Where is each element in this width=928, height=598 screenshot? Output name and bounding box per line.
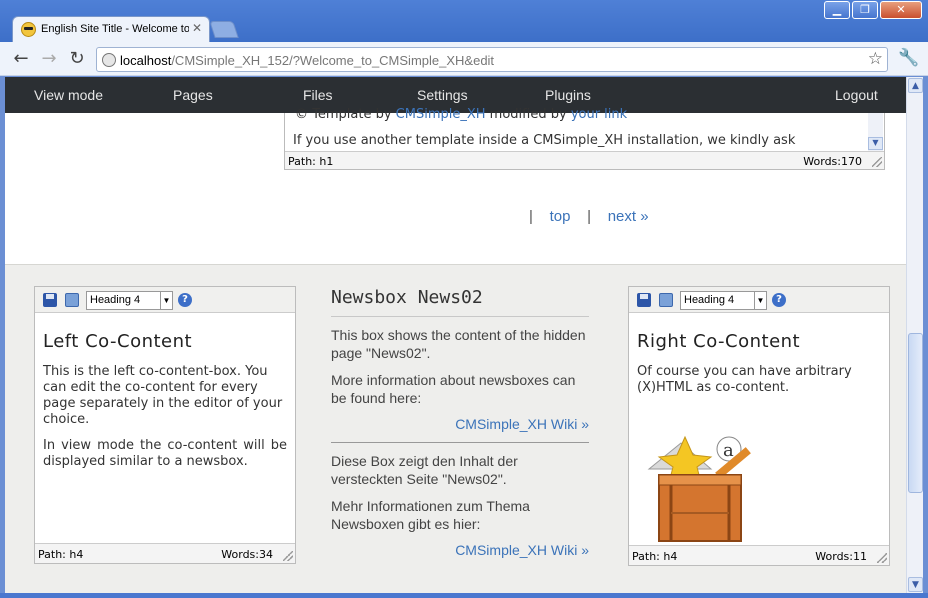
menu-view-mode[interactable]: View mode — [34, 87, 103, 103]
svg-text:a: a — [723, 440, 734, 461]
newsbox-paragraph-2: More information about newsboxes can be … — [331, 372, 576, 406]
sunglasses-smiley-icon — [21, 22, 36, 37]
source-view-icon[interactable] — [659, 293, 673, 307]
newsbox-paragraph-4: Mehr Informationen zum Thema Newsboxen g… — [331, 498, 530, 532]
editor-toolbar: Heading 4 ▼ ? — [35, 287, 295, 313]
editor-body[interactable]: Right Co-Content Of course you can have … — [629, 313, 889, 416]
main-content-editor[interactable]: © Template by CMSimple_XH modified by yo… — [284, 107, 885, 170]
resize-grip-icon[interactable] — [283, 551, 293, 561]
co-content-area: Heading 4 ▼ ? Left Co-Content This is the… — [5, 264, 906, 593]
editor-wordcount: Words:34 — [221, 548, 273, 561]
resize-grip-icon[interactable] — [872, 157, 882, 167]
newsbox-paragraph-3: Diese Box zeigt den Inhalt der versteckt… — [331, 453, 518, 487]
chevron-down-icon[interactable]: ▼ — [160, 292, 172, 309]
address-bar[interactable]: localhost/CMSimple_XH_152/?Welcome_to_CM… — [96, 47, 888, 72]
newsbox-title: Newsbox News02 — [331, 287, 589, 317]
url-host: localhost — [120, 53, 172, 68]
editor-toolbar: Heading 4 ▼ ? — [629, 287, 889, 313]
format-value: Heading 4 — [90, 294, 141, 306]
window-controls: ▁ ❐ ✕ — [824, 1, 922, 19]
scroll-up-icon[interactable]: ▲ — [908, 78, 923, 93]
left-paragraph-2: In view mode the co-content will be disp… — [43, 438, 287, 469]
menu-logout[interactable]: Logout — [835, 87, 878, 103]
next-link[interactable]: next » — [608, 208, 649, 225]
menu-pages[interactable]: Pages — [173, 87, 213, 103]
bookmark-star-icon[interactable]: ☆ — [868, 49, 883, 69]
save-icon[interactable] — [637, 293, 651, 307]
right-paragraph-1: Of course you can have arbitrary (X)HTML… — [637, 364, 852, 395]
pager-separator: | — [587, 208, 592, 225]
right-co-content-editor[interactable]: Heading 4 ▼ ? Right Co-Content Of course … — [628, 286, 890, 566]
right-heading: Right Co-Content — [637, 331, 801, 352]
reload-icon[interactable]: ↻ — [66, 48, 88, 70]
top-link[interactable]: top — [550, 208, 571, 225]
menu-files[interactable]: Files — [303, 87, 333, 103]
cmsimple-link[interactable]: CMSimple_XH — [396, 107, 486, 122]
scroll-down-icon[interactable]: ▼ — [908, 577, 923, 592]
help-icon[interactable]: ? — [178, 293, 192, 307]
page-navigation: | top | next » — [529, 208, 649, 225]
browser-toolbar: ← → ↻ localhost/CMSimple_XH_152/?Welcome… — [0, 42, 928, 76]
page-info-icon[interactable] — [102, 53, 116, 67]
scrollbar-thumb[interactable] — [908, 333, 923, 493]
newsbox: Newsbox News02 This box shows the conten… — [331, 287, 589, 558]
editor-path: Path: h1 — [288, 155, 334, 168]
resize-grip-icon[interactable] — [877, 553, 887, 563]
window-titlebar: English Site Title - Welcome to ✕ ▁ ❐ ✕ — [0, 0, 928, 43]
minimize-button[interactable]: ▁ — [824, 1, 850, 19]
package-crate-icon: a — [647, 435, 751, 542]
window-frame-bottom — [0, 593, 928, 598]
your-link[interactable]: your link — [571, 107, 627, 122]
back-icon[interactable]: ← — [10, 48, 32, 70]
credit-mid: modified by — [485, 107, 571, 122]
editor-statusbar: Path: h1 Words:170 — [285, 151, 884, 169]
browser-tab[interactable]: English Site Title - Welcome to ✕ — [12, 16, 210, 43]
help-icon[interactable]: ? — [772, 293, 786, 307]
editor-wordcount: Words:11 — [815, 550, 867, 563]
wiki-link-en[interactable]: CMSimple_XH Wiki » — [331, 416, 589, 432]
editor-text-line: If you use another template inside a CMS… — [293, 133, 796, 147]
left-co-content-editor[interactable]: Heading 4 ▼ ? Left Co-Content This is the… — [34, 286, 296, 564]
page-scrollbar[interactable]: ▲ ▼ — [906, 77, 923, 593]
editor-body[interactable]: Left Co-Content This is the left co-cont… — [35, 313, 295, 490]
newsbox-divider — [331, 442, 589, 443]
editor-statusbar: Path: h4 Words:11 — [629, 545, 889, 565]
editor-scrollbar[interactable]: ▼ — [868, 113, 883, 151]
save-icon[interactable] — [43, 293, 57, 307]
editor-path: Path: h4 — [632, 550, 678, 563]
source-view-icon[interactable] — [65, 293, 79, 307]
page-viewport: View mode Pages Files Settings Plugins L… — [5, 77, 906, 593]
tab-title: English Site Title - Welcome to — [41, 23, 189, 35]
editor-credit-line: © Template by CMSimple_XH modified by yo… — [295, 107, 627, 122]
editor-path: Path: h4 — [38, 548, 84, 561]
close-tab-icon[interactable]: ✕ — [192, 21, 202, 35]
wiki-link-de[interactable]: CMSimple_XH Wiki » — [331, 542, 589, 558]
scroll-down-icon[interactable]: ▼ — [868, 137, 883, 150]
format-select[interactable]: Heading 4 ▼ — [86, 291, 173, 310]
credit-prefix: © Template by — [295, 107, 396, 122]
menu-plugins[interactable]: Plugins — [545, 87, 591, 103]
forward-icon[interactable]: → — [38, 48, 60, 70]
chevron-down-icon[interactable]: ▼ — [754, 292, 766, 309]
close-window-button[interactable]: ✕ — [880, 1, 922, 19]
menu-settings[interactable]: Settings — [417, 87, 468, 103]
new-tab-button[interactable] — [209, 21, 239, 38]
left-paragraph-1: This is the left co-content-box. You can… — [43, 364, 283, 427]
maximize-button[interactable]: ❐ — [852, 1, 878, 19]
left-heading: Left Co-Content — [43, 331, 193, 352]
format-value: Heading 4 — [684, 294, 735, 306]
format-select[interactable]: Heading 4 ▼ — [680, 291, 767, 310]
wrench-icon[interactable]: 🔧 — [898, 48, 919, 68]
url-path: /CMSimple_XH_152/?Welcome_to_CMSimple_XH… — [171, 53, 495, 68]
editor-statusbar: Path: h4 Words:34 — [35, 543, 295, 563]
editor-wordcount: Words:170 — [803, 155, 862, 168]
newsbox-paragraph-1: This box shows the content of the hidden… — [331, 327, 586, 361]
pager-separator: | — [529, 208, 533, 225]
